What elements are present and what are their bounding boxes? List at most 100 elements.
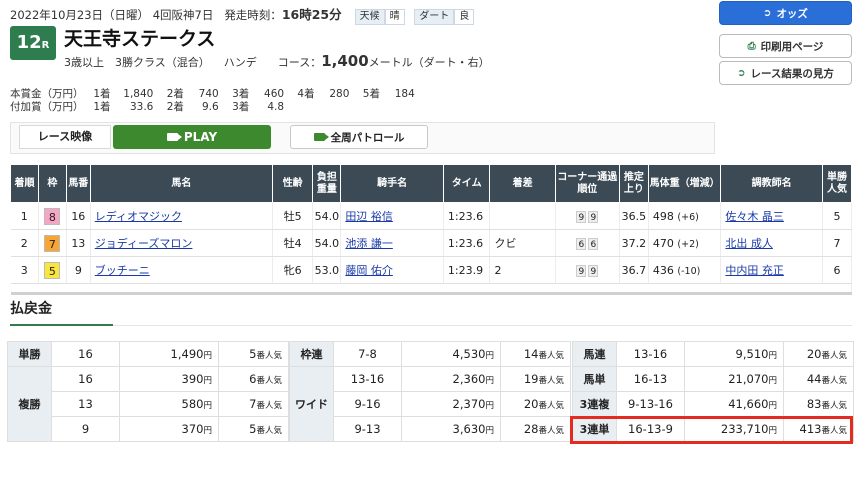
popularity-unit: 番人気 bbox=[538, 376, 564, 386]
header-jockey: 騎手名 bbox=[340, 164, 444, 203]
payout-amount-value: 1,490 bbox=[170, 347, 204, 361]
weather-value: 晴 bbox=[384, 9, 405, 25]
payout-combination: 7-8 bbox=[333, 341, 402, 367]
payout-amount-value: 21,070 bbox=[728, 372, 769, 386]
corner-position: 6 bbox=[588, 237, 599, 250]
last-3f: 37.2 bbox=[619, 229, 649, 257]
payout-category: 枠連 bbox=[289, 341, 334, 367]
prize-amount: 4.8 bbox=[267, 101, 285, 113]
popularity-unit: 番人気 bbox=[821, 351, 847, 361]
body-weight-cell: 470 (+2) bbox=[648, 229, 722, 257]
race-video-label: レース映像 bbox=[19, 125, 111, 149]
patrol-video-button[interactable]: 全周パトロール bbox=[290, 125, 428, 149]
trainer-link[interactable]: 佐々木 晶三 bbox=[725, 210, 784, 223]
payout-combination: 16 bbox=[51, 366, 120, 392]
yen-unit: 円 bbox=[768, 351, 777, 361]
payout-combination: 9-13 bbox=[333, 416, 402, 442]
prize-amount: 280 bbox=[329, 88, 350, 100]
corner-position: 9 bbox=[576, 264, 587, 277]
rank: 2 bbox=[10, 229, 39, 257]
payout-table-bracket-wide: 枠連 7-8 4,530円 14番人気 ワイド 13-16 2,360円 19番人気 9-16 2… bbox=[289, 341, 571, 442]
popularity-unit: 番人気 bbox=[256, 401, 282, 411]
payout-combination: 9-16 bbox=[333, 391, 402, 417]
popularity-value: 20 bbox=[523, 397, 539, 411]
start-time: 16時25分 bbox=[281, 7, 342, 22]
play-button[interactable]: PLAY bbox=[113, 125, 271, 149]
horse-number: 13 bbox=[66, 229, 91, 257]
yen-unit: 円 bbox=[203, 351, 212, 361]
jockey-link[interactable]: 藤岡 佑介 bbox=[345, 264, 393, 277]
payout-combination: 13-16 bbox=[333, 366, 402, 392]
horse-name-link[interactable]: レディオマジック bbox=[95, 210, 182, 223]
result-row: 2 7 13 ジョディーズマロン 牡4 54.0 池添 謙一 1:23.6 クビ 6 6 37.2 47… bbox=[10, 229, 853, 257]
trainer-link[interactable]: 北出 成人 bbox=[725, 237, 773, 250]
payout-amount-value: 4,530 bbox=[452, 347, 486, 361]
payout-popularity: 83番人気 bbox=[783, 391, 854, 417]
payout-row: 枠連 7-8 4,530円 14番人気 bbox=[289, 341, 571, 367]
horse-name-link[interactable]: ブッチーニ bbox=[95, 264, 150, 277]
last-3f: 36.5 bbox=[619, 202, 649, 230]
payout-amount-value: 9,510 bbox=[735, 347, 769, 361]
trainer-link[interactable]: 中内田 充正 bbox=[725, 264, 784, 277]
rank: 1 bbox=[10, 202, 39, 230]
payout-amount: 2,360円 bbox=[401, 366, 501, 392]
payout-amount: 41,660円 bbox=[684, 391, 784, 417]
payout-popularity: 14番人気 bbox=[500, 341, 571, 367]
header-horse-number: 馬番 bbox=[65, 164, 91, 203]
race-distance: 1,400 bbox=[321, 52, 369, 70]
popularity-unit: 番人気 bbox=[256, 351, 282, 361]
horse-name-link[interactable]: ジョディーズマロン bbox=[95, 237, 193, 250]
body-weight: 498 bbox=[652, 209, 674, 223]
waku-badge: 7 bbox=[44, 234, 61, 252]
payout-amount-value: 2,370 bbox=[452, 397, 486, 411]
track-label: ダート bbox=[414, 9, 455, 25]
prize-place: 3着 bbox=[232, 101, 250, 113]
popularity-unit: 番人気 bbox=[538, 426, 564, 436]
corner-position: 9 bbox=[588, 210, 599, 223]
yen-unit: 円 bbox=[203, 376, 212, 386]
body-weight: 436 bbox=[652, 263, 674, 277]
prize-amount: 184 bbox=[394, 88, 415, 100]
race-video-bar: レース映像 PLAY 全周パトロール bbox=[10, 122, 715, 154]
header-weight: 負担重量 bbox=[312, 164, 342, 203]
waku-badge: 5 bbox=[44, 261, 61, 279]
race-name: 天王寺ステークス bbox=[64, 28, 216, 50]
horse-name-cell: レディオマジック bbox=[90, 202, 274, 230]
header-waku: 枠 bbox=[37, 164, 67, 203]
payout-row: 単勝 16 1,490円 5番人気 bbox=[7, 341, 289, 367]
payout-category: 馬単 bbox=[572, 366, 617, 392]
popularity-value: 14 bbox=[523, 347, 539, 361]
header-time: タイム bbox=[442, 164, 491, 203]
win-popularity: 6 bbox=[822, 256, 853, 284]
prize-place: 4着 bbox=[297, 88, 315, 100]
payout-amount: 370円 bbox=[119, 416, 219, 442]
horse-number: 16 bbox=[66, 202, 91, 230]
print-page-button[interactable]: ⎙ 印刷用ページ bbox=[719, 34, 852, 58]
jockey-cell: 田辺 裕信 bbox=[340, 202, 444, 230]
yen-unit: 円 bbox=[485, 426, 494, 436]
corner-cell: 99 bbox=[555, 256, 620, 284]
corner-position: 6 bbox=[576, 237, 587, 250]
trifecta-highlight-box bbox=[570, 416, 853, 444]
waku-cell: 8 bbox=[38, 202, 67, 230]
sex-age: 牡4 bbox=[272, 229, 314, 257]
odds-button[interactable]: ➲ オッズ bbox=[719, 1, 852, 25]
popularity-unit: 番人気 bbox=[256, 426, 282, 436]
payout-popularity: 7番人気 bbox=[218, 391, 289, 417]
race-number: 12 bbox=[16, 32, 42, 53]
corner-position: 9 bbox=[588, 264, 599, 277]
jockey-link[interactable]: 池添 謙一 bbox=[345, 237, 393, 250]
race-date: 2022年10月23日（日曜） bbox=[10, 8, 150, 22]
track-condition: 良 bbox=[454, 9, 475, 25]
header-corner: コーナー通過順位 bbox=[554, 164, 620, 203]
result-guide-button[interactable]: ➲ レース結果の見方 bbox=[719, 61, 852, 85]
payout-amount: 390円 bbox=[119, 366, 219, 392]
trainer-cell: 北出 成人 bbox=[720, 229, 823, 257]
payout-amount: 3,630円 bbox=[401, 416, 501, 442]
jockey-link[interactable]: 田辺 裕信 bbox=[345, 210, 393, 223]
margin: 2 bbox=[489, 256, 556, 284]
result-row: 1 8 16 レディオマジック 牡5 54.0 田辺 裕信 1:23.6 9 9 36.5 498 (… bbox=[10, 202, 853, 230]
trainer-cell: 中内田 充正 bbox=[720, 256, 823, 284]
payout-amount-value: 3,630 bbox=[452, 422, 486, 436]
print-page-button-label: 印刷用ページ bbox=[760, 40, 824, 53]
